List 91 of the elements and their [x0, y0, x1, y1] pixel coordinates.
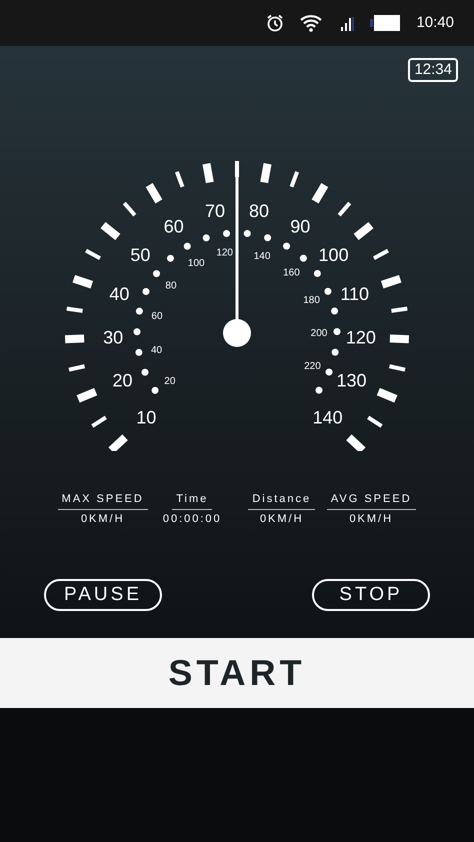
speed-label: 130 [336, 370, 367, 391]
stat-label: MAX SPEED [58, 491, 148, 510]
stat-value: 0KM/H [260, 512, 304, 526]
dot-mark [142, 288, 150, 296]
dot-mark [142, 368, 149, 376]
tick-mark [260, 163, 272, 184]
stat-label: Time [172, 491, 212, 510]
status-time: 10:40 [416, 12, 454, 33]
tick-mark [380, 274, 402, 289]
dot-mark [134, 328, 140, 336]
tick-mark [312, 183, 328, 204]
speed-label: 70 [204, 200, 225, 221]
speed-label: 90 [290, 216, 310, 236]
dot-mark [202, 234, 210, 242]
alarm-icon [266, 14, 284, 32]
tick-mark [391, 306, 408, 313]
tick-mark [390, 334, 410, 344]
dot-mark [316, 386, 323, 394]
pause-button[interactable]: PAUSE [44, 579, 162, 611]
dot-mark [331, 308, 338, 315]
tick-mark [91, 416, 107, 428]
tick-mark [85, 248, 102, 260]
kmh-label: 140 [254, 250, 270, 262]
tick-mark [202, 163, 214, 184]
dot-mark [152, 386, 159, 394]
battery-icon [370, 15, 400, 31]
clock-icon: 12:34 [408, 58, 458, 82]
tick-mark [372, 248, 389, 260]
stat-label: AVG SPEED [326, 491, 416, 510]
kmh-label: 120 [216, 247, 233, 258]
start-button[interactable]: START [0, 638, 474, 708]
dot-mark [153, 270, 160, 278]
tick-mark [338, 202, 352, 216]
stat-value: 00:00:00 [162, 512, 222, 526]
tick-mark [388, 364, 406, 372]
speed-label: 30 [103, 328, 124, 348]
dot-mark [264, 234, 272, 242]
tick-mark [66, 306, 83, 313]
dot-mark [332, 348, 339, 356]
stop-button[interactable]: STOP [312, 579, 430, 611]
dot-mark [314, 270, 321, 278]
dot-mark [135, 348, 142, 356]
speed-label: 80 [249, 200, 270, 221]
dot-mark [136, 308, 143, 315]
dot-mark [283, 242, 290, 250]
speed-label: 110 [340, 284, 370, 304]
tick-mark [64, 334, 84, 344]
tick-mark [76, 388, 98, 403]
kmh-label: 220 [304, 361, 321, 372]
wifi-icon [300, 14, 322, 32]
speed-label: 50 [130, 245, 150, 266]
dot-mark [300, 254, 307, 262]
speed-label: 40 [109, 284, 130, 304]
speed-label: 100 [318, 245, 349, 266]
kmh-label: 60 [151, 311, 163, 322]
tick-mark [146, 183, 162, 204]
kmh-label: 100 [188, 258, 205, 269]
kmh-label: 40 [151, 344, 162, 356]
dot-mark [166, 254, 174, 262]
dot-mark [326, 368, 333, 376]
tick-mark [235, 161, 239, 177]
speed-label: 140 [312, 408, 343, 428]
tick-mark [346, 434, 366, 451]
stat-value: 0KM/H [349, 512, 394, 526]
tick-mark [68, 364, 86, 372]
dot-mark [324, 288, 332, 295]
signal-icon [338, 15, 354, 31]
dot-mark [223, 230, 230, 238]
tick-mark [354, 222, 374, 240]
stat-value: 0KM/H [80, 512, 125, 526]
tick-mark [367, 416, 383, 428]
speed-label: 60 [164, 216, 184, 236]
tick-mark [108, 434, 128, 451]
tick-mark [122, 202, 136, 216]
tick-mark [100, 222, 120, 240]
dot-mark [334, 328, 340, 336]
speed-label: 120 [346, 328, 376, 348]
speed-label: 20 [112, 370, 132, 391]
kmh-label: 80 [165, 280, 177, 292]
kmh-label: 160 [283, 268, 300, 279]
kmh-label: 180 [303, 294, 320, 306]
kmh-label: 20 [164, 376, 176, 388]
speed-label: 10 [136, 408, 156, 428]
kmh-label: 200 [310, 328, 328, 339]
tick-mark [290, 171, 299, 188]
dot-mark [184, 242, 191, 250]
tick-mark [72, 274, 94, 289]
tick-mark [175, 171, 184, 188]
dot-mark [244, 230, 251, 238]
stat-label: Distance [248, 491, 316, 510]
tick-mark [376, 388, 398, 403]
